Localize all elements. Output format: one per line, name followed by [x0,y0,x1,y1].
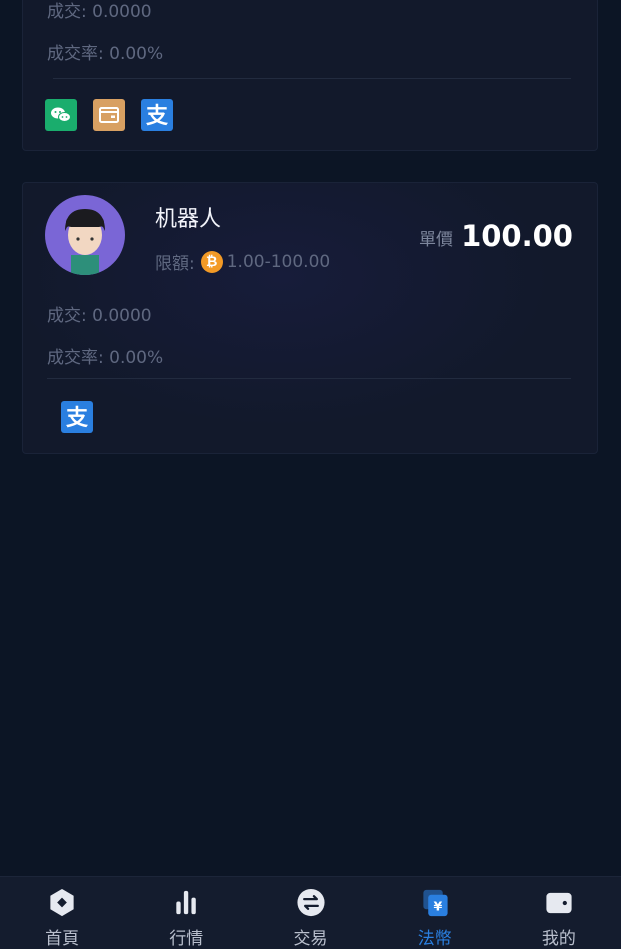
merchant-card[interactable]: 机器人 限額: ₿ 1.00-100.00 單價 100.00 成交: 0.00… [22,182,598,454]
trades-stat: 成交: 0.0000 [47,306,152,326]
svg-text:¥: ¥ [433,898,442,913]
limit-row: 限額: ₿ 1.00-100.00 [155,249,330,274]
nav-label: 行情 [169,929,204,949]
completion-rate-stat: 成交率: 0.00% [47,348,164,368]
wallet-icon [546,892,572,914]
wechat-pay-icon [45,99,77,131]
alipay-icon: 支 [141,99,173,131]
nav-label: 交易 [293,929,328,949]
nav-label: 法幣 [417,929,452,949]
nav-item-market[interactable]: 行情 [124,877,248,949]
divider [47,378,571,379]
nav-item-mine[interactable]: 我的 [497,877,621,949]
divider [53,78,571,79]
svg-text:支: 支 [66,406,89,431]
completion-rate-stat: 成交率: 0.00% [47,44,164,64]
nav-item-trade[interactable]: 交易 [248,877,372,949]
nav-label: 首頁 [45,929,80,949]
trades-stat: 成交: 0.0000 [47,2,152,22]
bank-card-icon [93,99,125,131]
svg-text:支: 支 [146,104,169,129]
nav-item-fiat[interactable]: ¥ 法幣 [373,877,497,949]
nav-label: 我的 [541,929,576,949]
merchant-name[interactable]: 机器人 [155,201,221,233]
bitcoin-icon: ₿ [200,250,223,273]
price-label: 單價 [419,230,453,250]
home-icon [50,888,74,917]
bottom-nav: 首頁 行情 交易 ¥ 法幣 我的 [0,876,621,949]
limit-range: 1.00-100.00 [226,251,331,272]
trade-icon [296,888,325,917]
market-icon [176,890,197,915]
nav-item-home[interactable]: 首頁 [0,877,124,949]
merchant-card[interactable]: 成交: 0.0000 成交率: 0.00% 支 [22,0,598,151]
limit-label: 限額: [155,254,195,274]
alipay-icon: 支 [61,401,93,433]
fiat-icon: ¥ [423,889,448,917]
avatar [45,195,125,275]
unit-price: 100.00 [461,219,573,253]
